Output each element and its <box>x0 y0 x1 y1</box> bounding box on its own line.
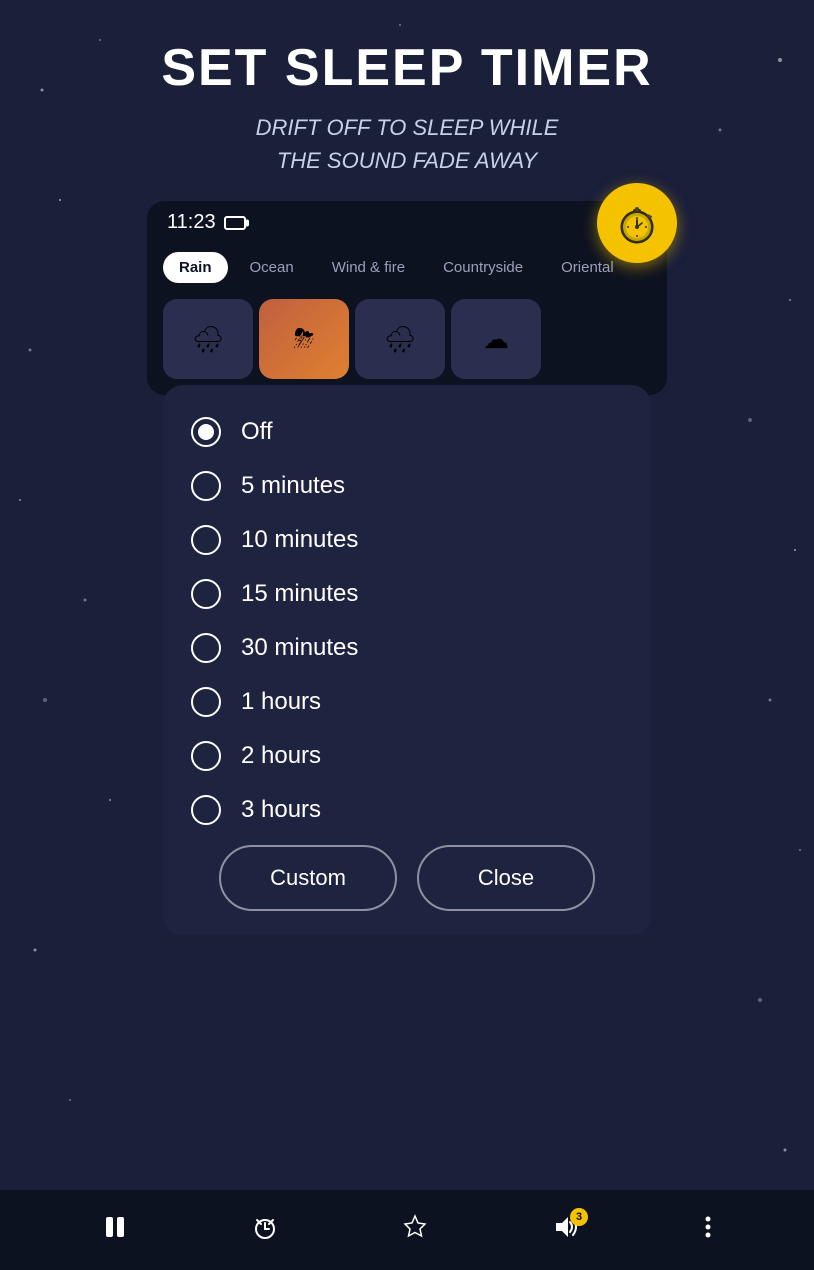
page-subtitle: Drift off to sleep while the sound fade … <box>256 111 559 177</box>
close-button[interactable]: Close <box>417 845 595 911</box>
battery-icon <box>224 216 246 230</box>
radio-1hr[interactable] <box>191 687 221 717</box>
sound-category-tabs: Rain Ocean Wind & fire Countryside Orien… <box>147 244 667 291</box>
option-30min-label: 30 minutes <box>241 634 358 662</box>
option-5min[interactable]: 5 minutes <box>191 459 623 513</box>
radio-off[interactable] <box>191 417 221 447</box>
star-icon <box>402 1214 428 1240</box>
tab-ocean[interactable]: Ocean <box>234 252 310 283</box>
more-icon <box>704 1214 712 1240</box>
pause-icon <box>102 1214 128 1240</box>
radio-3hr[interactable] <box>191 795 221 825</box>
option-2hr-label: 2 hours <box>241 742 321 770</box>
tab-wind-fire[interactable]: Wind & fire <box>316 252 421 283</box>
pause-nav-button[interactable] <box>102 1214 128 1247</box>
phone-time: 11:23 <box>167 211 216 234</box>
option-10min[interactable]: 10 minutes <box>191 513 623 567</box>
radio-off-inner <box>198 424 214 440</box>
radio-10min[interactable] <box>191 525 221 555</box>
tab-countryside[interactable]: Countryside <box>427 252 539 283</box>
option-15min-label: 15 minutes <box>241 580 358 608</box>
option-10min-label: 10 minutes <box>241 526 358 554</box>
option-15min[interactable]: 15 minutes <box>191 567 623 621</box>
option-1hr-label: 1 hours <box>241 688 321 716</box>
radio-30min[interactable] <box>191 633 221 663</box>
phone-mockup: 11:23 Rain Ocean Wind & fire Countryside… <box>147 201 667 945</box>
page-container: SET SLEEP TIMER Drift off to sleep while… <box>0 0 814 945</box>
option-30min[interactable]: 30 minutes <box>191 621 623 675</box>
timer-nav-button[interactable] <box>252 1214 278 1247</box>
subtitle-line1: Drift off to sleep while <box>256 115 559 140</box>
phone-status-bar: 11:23 <box>147 201 667 244</box>
volume-badge: 3 <box>570 1208 588 1226</box>
page-title: SET SLEEP TIMER <box>161 40 652 97</box>
sound-tiles-row: 🌧 ⛈ 🌧 ☁ <box>147 291 667 395</box>
action-buttons: Custom Close <box>191 845 623 911</box>
option-3hr-label: 3 hours <box>241 796 321 824</box>
bottom-navigation: 3 <box>0 1190 814 1270</box>
phone-screen: 11:23 Rain Ocean Wind & fire Countryside… <box>147 201 667 395</box>
volume-nav-button[interactable]: 3 <box>552 1214 580 1247</box>
subtitle-line2: the sound fade away <box>277 148 537 173</box>
favorites-nav-button[interactable] <box>402 1214 428 1247</box>
sound-tile-2[interactable]: ⛈ <box>259 299 349 379</box>
more-nav-button[interactable] <box>704 1214 712 1247</box>
option-off[interactable]: Off <box>191 405 623 459</box>
timer-icon-circle[interactable] <box>597 183 677 263</box>
sound-tile-4[interactable]: ☁ <box>451 299 541 379</box>
custom-button[interactable]: Custom <box>219 845 397 911</box>
sound-tile-1[interactable]: 🌧 <box>163 299 253 379</box>
option-5min-label: 5 minutes <box>241 472 345 500</box>
option-3hr[interactable]: 3 hours <box>191 783 623 837</box>
sound-tile-3[interactable]: 🌧 <box>355 299 445 379</box>
radio-2hr[interactable] <box>191 741 221 771</box>
radio-5min[interactable] <box>191 471 221 501</box>
option-1hr[interactable]: 1 hours <box>191 675 623 729</box>
stopwatch-icon <box>613 199 661 247</box>
option-off-label: Off <box>241 418 273 446</box>
option-2hr[interactable]: 2 hours <box>191 729 623 783</box>
radio-15min[interactable] <box>191 579 221 609</box>
alarm-clock-icon <box>252 1214 278 1240</box>
timer-options-panel: Off 5 minutes 10 minutes 15 minutes 30 m… <box>163 385 651 935</box>
tab-rain[interactable]: Rain <box>163 252 228 283</box>
